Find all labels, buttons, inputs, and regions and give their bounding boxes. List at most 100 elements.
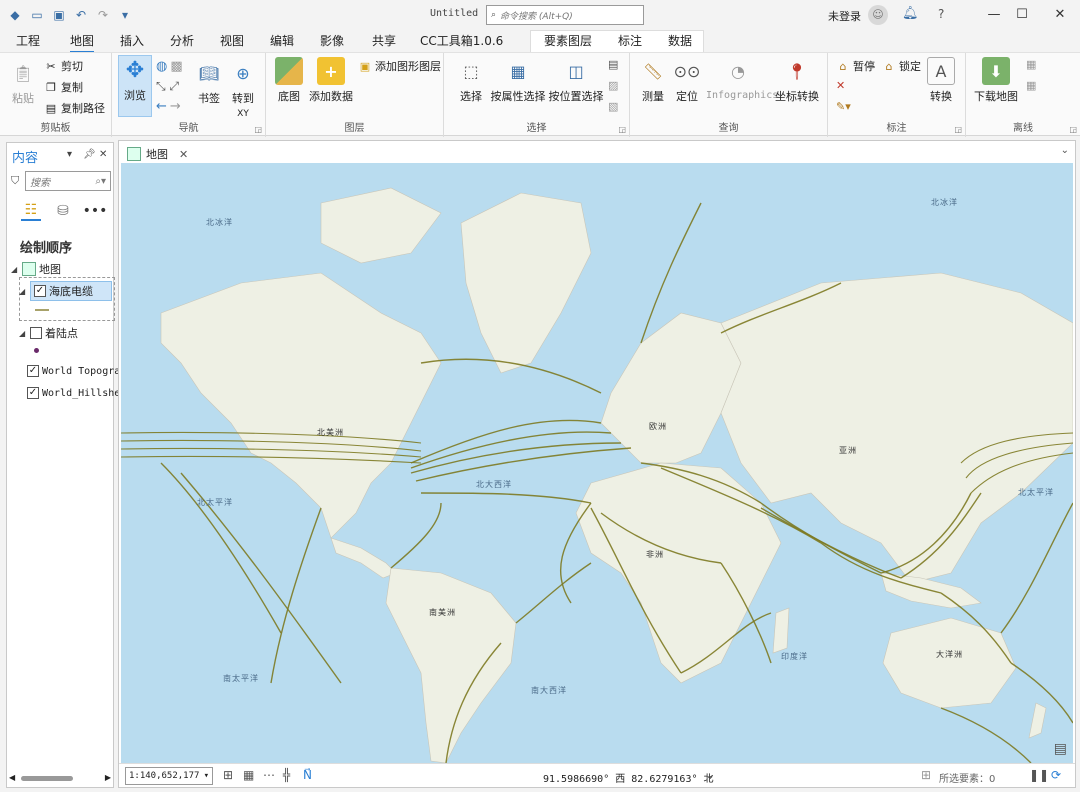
refresh-icon[interactable]: ⟳ xyxy=(1051,768,1061,782)
scroll-left-icon[interactable]: ◀ xyxy=(9,773,15,782)
goto-xy-button[interactable]: ⊕ 转到 XY xyxy=(228,59,258,120)
login-status[interactable]: 未登录 xyxy=(828,8,861,24)
tab-data[interactable]: 数据 xyxy=(668,32,692,49)
navigate-launcher-icon[interactable]: ◲ xyxy=(254,125,262,134)
selection-launcher-icon[interactable]: ◲ xyxy=(618,125,626,134)
contents-search-input[interactable]: 搜索 ⌕▾ xyxy=(25,171,111,191)
convert-labels-button[interactable]: A 转换 xyxy=(926,57,956,104)
infographics-button[interactable]: ◔ Infographics xyxy=(706,57,778,102)
layer-world-topographic[interactable]: ✓ World Topogra xyxy=(27,365,120,377)
redo-icon[interactable]: ↷ xyxy=(94,6,112,24)
add-graphics-layer-button[interactable]: ▣ 添加图形图层 xyxy=(358,58,441,74)
close-button[interactable]: ✕ xyxy=(1048,5,1072,25)
zoom-select-icon[interactable]: ▧ xyxy=(608,100,618,113)
pin-icon[interactable]: 📌︎ xyxy=(83,149,96,160)
copy-button[interactable]: ❐ 复制 xyxy=(44,79,83,95)
north-arrow-icon[interactable]: N⃗ xyxy=(303,768,312,782)
attributes-icon[interactable]: ▤ xyxy=(608,58,618,71)
convert-coordinates-button[interactable]: 📍︎ 坐标转换 xyxy=(772,57,822,104)
add-data-button[interactable]: + 添加数据 xyxy=(308,57,354,104)
layer-visibility-checkbox[interactable]: ✓ xyxy=(27,387,39,399)
view-overflow-icon[interactable]: ⌄ xyxy=(1061,145,1069,156)
layer-visibility-checkbox[interactable]: ✓ xyxy=(34,285,46,297)
save-icon[interactable]: ▣ xyxy=(50,6,68,24)
notification-icon[interactable]: 🔔︎ xyxy=(902,6,919,21)
copy-path-button[interactable]: ▤ 复制路径 xyxy=(44,100,105,116)
maximize-button[interactable]: ☐ xyxy=(1010,5,1034,25)
cut-button[interactable]: ✂ 剪切 xyxy=(44,58,83,74)
filter-icon[interactable]: ⛉ xyxy=(11,174,25,188)
paste-button[interactable]: 📋︎ 粘贴 xyxy=(8,59,38,106)
scale-dropdown-icon[interactable]: ▾ xyxy=(204,771,209,781)
undo-icon[interactable]: ↶ xyxy=(72,6,90,24)
select-by-location-button[interactable]: ◫ 按位置选择 xyxy=(548,57,604,104)
explore-button[interactable]: ✥ 浏览 xyxy=(118,55,152,117)
attribution-icon[interactable]: ▤ xyxy=(1054,741,1067,757)
tab-cc-toolbox[interactable]: CC工具箱1.0.6 xyxy=(420,32,503,49)
scale-selector[interactable]: 1:140,652,177 ▾ xyxy=(125,767,213,785)
tab-imagery[interactable]: 影像 xyxy=(320,32,344,49)
pause-labeling-button[interactable]: ⌂ 暂停 xyxy=(836,58,876,74)
tab-view[interactable]: 视图 xyxy=(220,32,244,49)
tab-share[interactable]: 共享 xyxy=(372,32,396,49)
pane-menu-icon[interactable]: ▾ xyxy=(67,149,72,160)
select-by-attributes-button[interactable]: ▦ 按属性选择 xyxy=(490,57,546,104)
layer-visibility-checkbox[interactable]: ✓ xyxy=(27,365,39,377)
map-canvas[interactable]: 北冰洋 北冰洋 北美洲 北太平洋 北太平洋 北大西洋 欧洲 亚洲 非洲 南美洲 … xyxy=(121,163,1073,765)
layer-submarine-cables[interactable]: ◢ ✓ 海底电缆 xyxy=(19,281,112,301)
tab-feature-layer[interactable]: 要素图层 xyxy=(544,32,592,49)
map-view-tab[interactable]: 地图 ✕ xyxy=(123,144,193,164)
collapse-icon[interactable]: ◢ xyxy=(19,287,27,296)
help-button[interactable]: ? xyxy=(938,7,944,21)
scroll-right-icon[interactable]: ▶ xyxy=(105,773,111,782)
pause-drawing-icon[interactable]: ❚❚ xyxy=(1029,768,1049,782)
coordinate-format-icon[interactable]: ⌄ xyxy=(705,768,715,782)
full-extent-icon[interactable]: ◍ ▩ xyxy=(156,59,183,74)
measure-button[interactable]: 📏︎ 测量 xyxy=(636,57,670,104)
customize-qat-icon[interactable]: ▾ xyxy=(116,6,134,24)
locate-button[interactable]: ⊙⊙ 定位 xyxy=(670,57,704,104)
lock-labeling-button[interactable]: ⌂ 锁定 xyxy=(882,58,922,74)
basemap-button[interactable]: 底图 xyxy=(272,57,306,104)
search-dropdown-icon[interactable]: ⌕▾ xyxy=(95,176,106,187)
tab-map[interactable]: 地图 xyxy=(70,32,95,53)
snapping-icon[interactable]: ⋯ xyxy=(263,768,275,782)
tab-labeling[interactable]: 标注 xyxy=(618,32,642,49)
sync-icon[interactable]: ▦ xyxy=(1026,58,1036,71)
offline-launcher-icon[interactable]: ◲ xyxy=(1069,125,1077,134)
unplaced-labels-icon[interactable]: ✕ xyxy=(836,79,845,92)
close-tab-icon[interactable]: ✕ xyxy=(179,148,188,161)
tab-insert[interactable]: 插入 xyxy=(120,32,144,49)
layer-landing-points[interactable]: ◢ 着陆点 xyxy=(19,325,78,341)
tab-analysis[interactable]: 分析 xyxy=(170,32,194,49)
tab-project[interactable]: 工程 xyxy=(16,32,40,49)
remove-offline-icon[interactable]: ▦ xyxy=(1026,79,1036,92)
labeling-launcher-icon[interactable]: ◲ xyxy=(954,125,962,134)
add-scale-icon[interactable]: ⊞ xyxy=(223,768,233,782)
source-database-icon[interactable]: ⛁ xyxy=(53,201,73,221)
select-button[interactable]: ⬚ 选择 xyxy=(454,57,488,104)
contents-hscrollbar[interactable]: ◀ ▶ xyxy=(9,773,111,783)
bookmarks-button[interactable]: 📖︎ 书签 xyxy=(194,59,224,106)
grid-icon[interactable]: ▦ xyxy=(243,768,254,782)
constraint-icon[interactable]: ╬ xyxy=(283,768,290,782)
label-pen-icon[interactable]: ✎▾ xyxy=(836,100,851,113)
clear-select-icon[interactable]: ▨ xyxy=(608,79,618,92)
minimize-button[interactable]: — xyxy=(982,5,1006,25)
pane-close-icon[interactable]: ✕ xyxy=(99,149,107,160)
open-icon[interactable]: ▭ xyxy=(28,6,46,24)
tree-map-node[interactable]: ◢ 地图 xyxy=(11,261,61,277)
more-options-icon[interactable]: ••• xyxy=(83,201,108,221)
fixed-zoom-icon[interactable]: ⤡ ⤢ xyxy=(156,79,179,94)
download-map-button[interactable]: ⬇ 下载地图 xyxy=(972,57,1020,104)
collapse-icon[interactable]: ◢ xyxy=(19,329,27,338)
scroll-thumb[interactable] xyxy=(21,776,73,781)
tab-edit[interactable]: 编辑 xyxy=(270,32,294,49)
layer-visibility-checkbox[interactable] xyxy=(30,327,42,339)
drawing-order-icon[interactable]: ☷ xyxy=(21,201,41,221)
command-search-input[interactable]: ⌕ 命令搜索 (Alt+Q) xyxy=(486,5,644,25)
layer-world-hillshade[interactable]: ✓ World_Hillshe xyxy=(27,387,120,399)
collapse-icon[interactable]: ◢ xyxy=(11,265,19,274)
world-map[interactable]: 北冰洋 北冰洋 北美洲 北太平洋 北太平洋 北大西洋 欧洲 亚洲 非洲 南美洲 … xyxy=(121,163,1073,765)
back-forward-icon[interactable]: ← → xyxy=(156,99,181,114)
